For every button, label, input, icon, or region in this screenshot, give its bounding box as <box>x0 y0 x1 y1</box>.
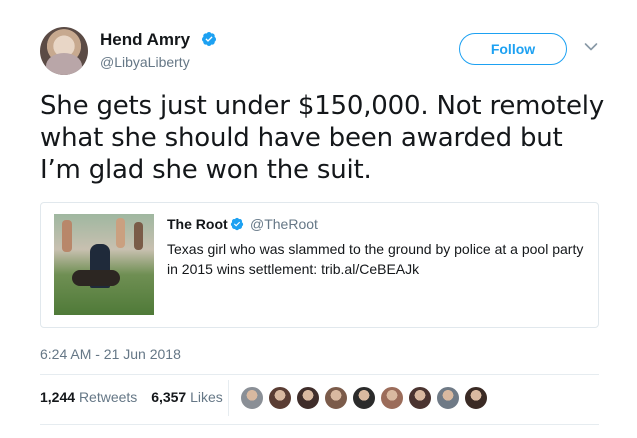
liker-avatar[interactable] <box>380 386 404 410</box>
liker-avatar[interactable] <box>352 386 376 410</box>
follow-button[interactable]: Follow <box>459 33 567 65</box>
liker-avatar[interactable] <box>268 386 292 410</box>
tweet-timestamp[interactable]: 6:24 AM - 21 Jun 2018 <box>40 346 181 362</box>
liker-avatar[interactable] <box>436 386 460 410</box>
tweet-text: She gets just under $150,000. Not remote… <box>40 91 605 185</box>
liker-avatar[interactable] <box>408 386 432 410</box>
avatar[interactable] <box>40 27 88 75</box>
tweet: Hend Amry @LibyaLiberty Follow She gets … <box>0 0 637 438</box>
quoted-tweet-text: Texas girl who was slammed to the ground… <box>167 241 584 277</box>
liker-avatar[interactable] <box>240 386 264 410</box>
retweets-count: 1,244 <box>40 389 76 405</box>
author-handle[interactable]: @LibyaLiberty <box>100 54 190 70</box>
divider <box>228 380 229 416</box>
likes-stat[interactable]: 6,357 Likes <box>151 389 223 405</box>
likes-count: 6,357 <box>151 389 187 405</box>
quoted-tweet-image[interactable] <box>54 214 154 315</box>
liker-avatar[interactable] <box>464 386 488 410</box>
verified-badge-icon <box>201 32 216 46</box>
liker-avatar[interactable] <box>296 386 320 410</box>
quoted-author-handle[interactable]: @TheRoot <box>250 216 318 232</box>
retweets-label: Retweets <box>78 389 138 405</box>
quoted-verified-badge-icon <box>230 217 244 231</box>
divider <box>40 424 599 425</box>
author-name[interactable]: Hend Amry <box>100 30 190 50</box>
tweet-stats: 1,244 Retweets 6,357 Likes <box>40 389 233 405</box>
liker-avatar[interactable] <box>324 386 348 410</box>
chevron-down-icon[interactable] <box>584 42 598 52</box>
quoted-author-name[interactable]: The Root <box>167 216 228 232</box>
retweets-stat[interactable]: 1,244 Retweets <box>40 389 137 405</box>
likes-label: Likes <box>190 389 223 405</box>
divider <box>40 374 599 375</box>
